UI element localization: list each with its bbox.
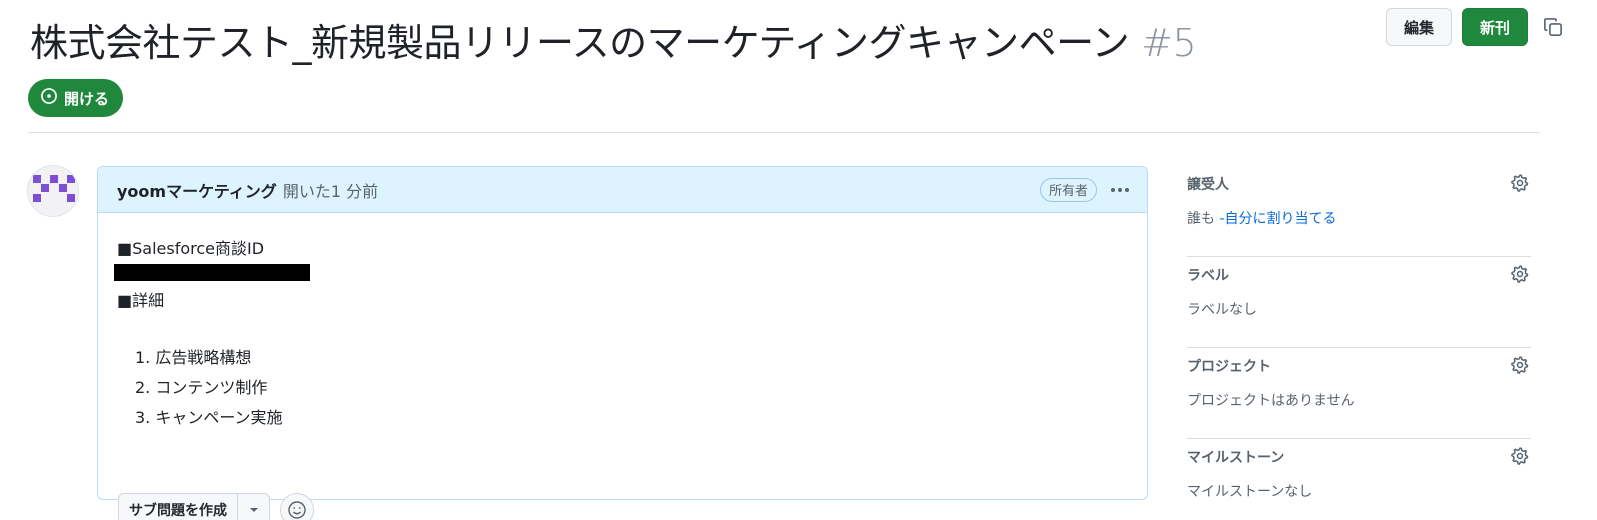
comment-timestamp[interactable]: 開いた1 分前 <box>283 178 378 202</box>
create-subissue-split-button: サブ問題を作成 <box>118 493 270 520</box>
gear-icon[interactable] <box>1509 354 1531 376</box>
avatar[interactable] <box>27 165 79 217</box>
projects-title: プロジェクト <box>1187 359 1271 375</box>
milestone-title: マイルストーン <box>1187 450 1285 466</box>
redacted-block <box>114 264 310 281</box>
list-item: 2. コンテンツ制作 <box>135 378 268 397</box>
copy-icon[interactable] <box>1538 8 1568 46</box>
owner-badge: 所有者 <box>1039 177 1097 202</box>
assign-yourself-link[interactable]: -自分に割り当てる <box>1215 211 1336 227</box>
body-line-salesforce-id: ■Salesforce商談ID <box>117 239 265 258</box>
assignees-none: 誰も <box>1187 211 1215 227</box>
issue-state-label: 開ける <box>64 89 110 108</box>
issue-number: #5 <box>1141 21 1197 65</box>
gear-icon[interactable] <box>1509 263 1531 285</box>
details-list: 1. 広告戦略構想 2. コンテンツ制作 3. キャンペーン実施 <box>135 343 283 433</box>
issue-state-badge: 開ける <box>28 79 124 117</box>
milestone-value: マイルストーンなし <box>1187 484 1313 500</box>
chevron-down-icon[interactable] <box>237 494 269 520</box>
header-divider <box>28 132 1540 133</box>
issue-open-icon <box>40 87 58 109</box>
projects-value: プロジェクトはありません <box>1187 393 1355 409</box>
issue-comment: yoomマーケティング 開いた1 分前 所有者 ■Salesforce商談ID … <box>97 166 1148 520</box>
labels-value: ラベルなし <box>1187 302 1257 318</box>
create-subissue-button[interactable]: サブ問題を作成 <box>119 494 237 520</box>
new-issue-button[interactable]: 新刊 <box>1462 8 1528 46</box>
issue-title: 株式会社テスト_新規製品リリースのマーケティングキャンペーン #5 <box>30 12 1197 67</box>
comment-actions: サブ問題を作成 <box>118 493 314 520</box>
assignees-value: 誰も -自分に割り当てる <box>1187 208 1337 228</box>
header-actions: 編集 新刊 <box>1386 8 1568 46</box>
issue-sidebar: 譲受人 誰も -自分に割り当てる ラベル ラベルなし プロジェクト プロジェクト… <box>1187 166 1531 520</box>
issue-title-text: 株式会社テスト_新規製品リリースのマーケティングキャンペーン <box>30 21 1130 65</box>
comment-header: yoomマーケティング 開いた1 分前 所有者 <box>98 167 1147 213</box>
sidebar-milestone: マイルストーン マイルストーンなし <box>1187 439 1531 520</box>
gear-icon[interactable] <box>1509 445 1531 467</box>
labels-title: ラベル <box>1187 268 1229 284</box>
sidebar-projects: プロジェクト プロジェクトはありません <box>1187 348 1531 439</box>
list-item: 3. キャンペーン実施 <box>135 408 283 427</box>
smiley-icon[interactable] <box>280 493 314 520</box>
comment-author[interactable]: yoomマーケティング <box>117 178 277 202</box>
body-line-details: ■詳細 <box>117 291 165 310</box>
edit-button[interactable]: 編集 <box>1386 8 1452 46</box>
sidebar-assignees: 譲受人 誰も -自分に割り当てる <box>1187 166 1531 257</box>
list-item: 1. 広告戦略構想 <box>135 348 252 367</box>
gear-icon[interactable] <box>1509 172 1531 194</box>
issue-header: 株式会社テスト_新規製品リリースのマーケティングキャンペーン #5 編集 新刊 <box>28 0 1568 70</box>
more-options-icon[interactable] <box>1105 178 1135 202</box>
assignees-title: 譲受人 <box>1187 177 1229 193</box>
sidebar-labels: ラベル ラベルなし <box>1187 257 1531 348</box>
